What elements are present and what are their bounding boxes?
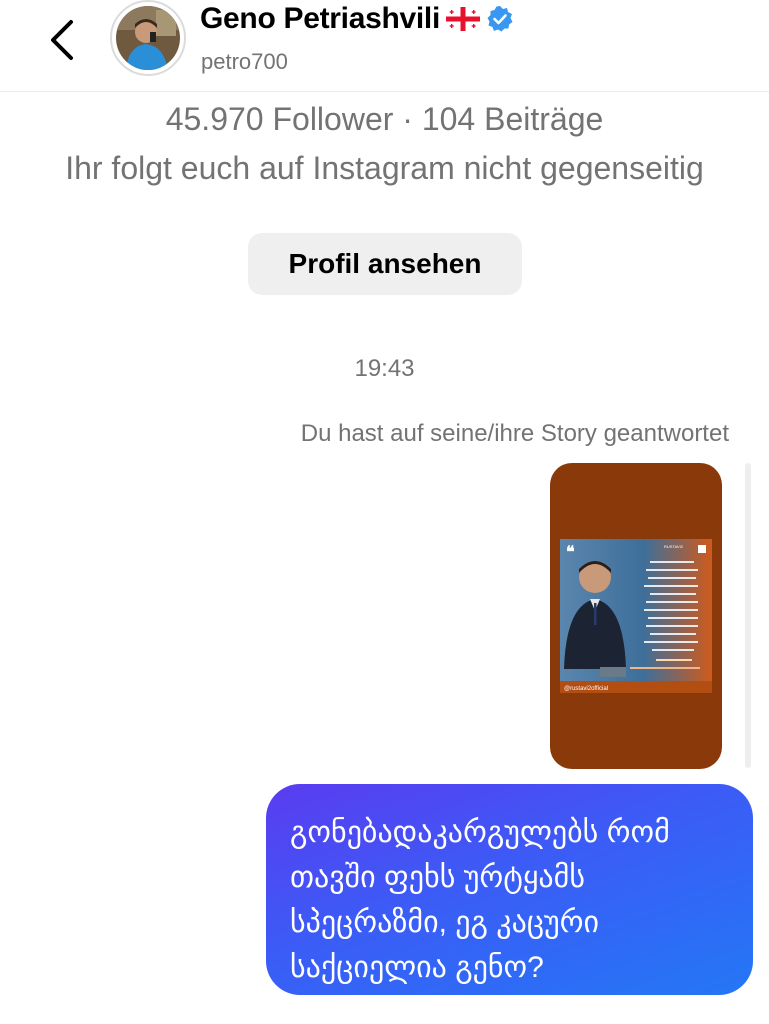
- message-timestamp: 19:43: [354, 355, 415, 382]
- display-name[interactable]: Geno Petriashvili: [200, 2, 440, 36]
- story-reply-note: Du hast auf seine/ihre Story geantwortet: [300, 420, 729, 447]
- view-profile-button[interactable]: Profil ansehen: [248, 233, 522, 295]
- mutual-follow-status: Ihr folgt euch auf Instagram nicht gegen…: [65, 150, 704, 186]
- svg-text:❝: ❝: [566, 544, 575, 561]
- georgia-flag-icon: [445, 7, 480, 31]
- story-image: ❝ RUSTAVI2 @rustavi2official: [560, 539, 712, 693]
- message-line: საქციელია გენო?: [290, 951, 544, 984]
- message-line: სპეცრაზმი, ეგ კაცური: [290, 906, 600, 939]
- chat-header: Geno Petriashvili petro700: [0, 0, 769, 92]
- svg-text:RUSTAVI2: RUSTAVI2: [664, 544, 684, 549]
- avatar-image: [116, 6, 180, 70]
- name-row[interactable]: Geno Petriashvili: [200, 2, 514, 36]
- sent-message-bubble[interactable]: გონებადაკარგულებს რომ თავში ფეხს ურტყამს…: [266, 784, 753, 995]
- verified-badge-icon: [486, 5, 514, 33]
- avatar[interactable]: [110, 0, 186, 76]
- story-thumbnail[interactable]: ❝ RUSTAVI2 @rustavi2official: [550, 463, 722, 769]
- story-watermark: @rustavi2official: [564, 686, 608, 692]
- username[interactable]: petro700: [201, 49, 288, 75]
- scrollbar[interactable]: [745, 463, 751, 768]
- message-line: თავში ფეხს ურტყამს: [290, 861, 585, 894]
- chevron-left-icon[interactable]: [44, 14, 80, 66]
- profile-stats: 45.970 Follower · 104 Beiträge: [165, 101, 604, 137]
- message-line: გონებადაკარგულებს რომ: [290, 816, 670, 849]
